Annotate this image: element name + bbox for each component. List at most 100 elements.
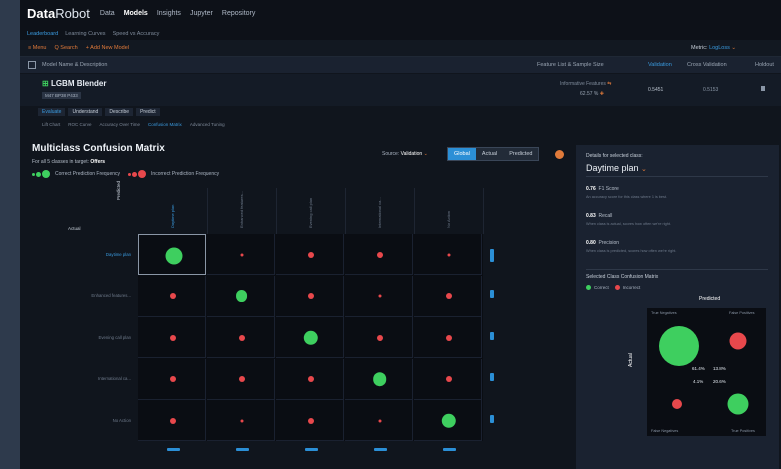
matrix-subtitle: For all 5 classes in target: Offers (32, 159, 106, 165)
incorrect-frequency-dot (307, 417, 314, 424)
selected-class-confusion-matrix: True Negatives False Positives False Neg… (647, 308, 766, 436)
matrix-cell[interactable] (414, 317, 482, 358)
column-divider (414, 188, 415, 234)
matrix-row-label[interactable]: Daytime plan (41, 252, 131, 257)
matrix-cell[interactable] (138, 400, 206, 441)
correct-frequency-dot (235, 290, 248, 303)
matrix-column-label[interactable]: Evening call plan (308, 198, 313, 228)
tab-understand[interactable]: Understand (68, 107, 103, 116)
incorrect-frequency-dot (447, 253, 450, 257)
nav-repository[interactable]: Repository (222, 10, 255, 17)
matrix-column-label[interactable]: Enhanced features... (239, 191, 244, 228)
mode-actual-button[interactable]: Actual (475, 148, 504, 160)
subnav-leaderboard[interactable]: Leaderboard (27, 31, 58, 37)
cm-tp-pct: 20.6% (713, 379, 726, 384)
matrix-title: Multiclass Confusion Matrix (32, 143, 165, 154)
column-divider (345, 188, 346, 234)
matrix-cell[interactable] (276, 400, 344, 441)
matrix-column-label[interactable]: No Action (446, 211, 451, 228)
divider (586, 269, 768, 270)
col-cross-validation[interactable]: Cross Validation (687, 62, 727, 68)
matrix-cell[interactable] (414, 234, 482, 275)
add-new-model-button[interactable]: + Add New Model (86, 45, 129, 51)
settings-gear-icon[interactable] (555, 150, 564, 159)
correct-frequency-dot (165, 247, 182, 265)
nav-data[interactable]: Data (100, 10, 115, 17)
incorrect-frequency-dot (169, 293, 176, 300)
tab-describe[interactable]: Describe (105, 107, 134, 116)
subnav-speed-vs-accuracy[interactable]: Speed vs Accuracy (113, 31, 160, 37)
matrix-cell[interactable] (138, 358, 206, 400)
tab-predict[interactable]: Predict (136, 107, 160, 116)
nav-models[interactable]: Models (124, 10, 148, 17)
matrix-row-label[interactable]: International ca... (41, 376, 131, 381)
matrix-column-label[interactable]: International ca... (377, 197, 382, 228)
cm-true-negatives-label: True Negatives (651, 311, 677, 315)
matrix-cell[interactable] (345, 317, 413, 358)
nav-insights[interactable]: Insights (157, 10, 181, 17)
select-all-checkbox[interactable] (28, 61, 36, 69)
matrix-cell[interactable] (207, 358, 275, 400)
tab-evaluate[interactable]: Evaluate (38, 107, 66, 116)
window-frame-left (0, 0, 20, 469)
matrix-cell[interactable] (138, 275, 206, 317)
mode-predicted-button[interactable]: Predicted (503, 148, 539, 160)
retrain-icon[interactable]: ✚ (600, 91, 604, 97)
mode-global-button[interactable]: Global (448, 148, 476, 160)
model-row[interactable]: ⊞ LGBM Blender M47 BP38 P433 Informative… (20, 74, 781, 106)
correct-frequency-dot (303, 330, 318, 345)
matrix-cell[interactable] (414, 400, 482, 441)
column-divider (483, 188, 484, 234)
subnav-learning-curves[interactable]: Learning Curves (65, 31, 105, 37)
incorrect-frequency-dot (445, 376, 452, 383)
selected-class-cm-title: Selected Class Confusion Matrix (586, 274, 659, 280)
matrix-cell[interactable] (138, 234, 206, 275)
menu-button[interactable]: ≡ Menu (28, 45, 47, 51)
subtab-lift-chart[interactable]: Lift Chart (42, 122, 60, 127)
matrix-cell[interactable] (414, 358, 482, 400)
incorrect-frequency-dot (169, 376, 176, 383)
subtab-accuracy-over-time[interactable]: Accuracy Over Time (100, 122, 141, 127)
nav-jupyter[interactable]: Jupyter (190, 10, 213, 17)
selected-class-dropdown[interactable]: Daytime plan ⌄ (586, 163, 647, 173)
matrix-cell[interactable] (207, 400, 275, 441)
matrix-cell[interactable] (345, 400, 413, 441)
matrix-cell[interactable] (207, 275, 275, 317)
metric-selector[interactable]: Metric: LogLoss ⌄ (691, 45, 736, 51)
col-validation[interactable]: Validation (648, 62, 672, 68)
matrix-cell[interactable] (276, 275, 344, 317)
matrix-column-label[interactable]: Daytime plan (170, 205, 175, 228)
matrix-cell[interactable] (345, 275, 413, 317)
matrix-cell[interactable] (207, 317, 275, 358)
model-cv-score: 0.5153 (703, 87, 719, 93)
incorrect-frequency-dot (307, 293, 314, 300)
subtab-roc-curve[interactable]: ROC Curve (68, 122, 91, 127)
matrix-row-label[interactable]: No Action (41, 418, 131, 423)
model-name[interactable]: ⊞ LGBM Blender (42, 79, 107, 88)
source-selector[interactable]: Source: Validation ⌄ (382, 151, 428, 157)
matrix-row-label[interactable]: Enhanced features... (41, 293, 131, 298)
matrix-cell[interactable] (138, 317, 206, 358)
matrix-cell[interactable] (345, 234, 413, 275)
model-id-badge: M47 BP38 P433 (42, 92, 81, 99)
matrix-row-label[interactable]: Evening call plan (41, 335, 132, 340)
matrix-cell[interactable] (276, 358, 344, 400)
matrix-cell[interactable] (276, 317, 344, 358)
matrix-cell[interactable] (207, 234, 275, 275)
search-button[interactable]: Q Search (55, 45, 78, 51)
incorrect-frequency-dot (445, 334, 452, 341)
subtab-advanced-tuning[interactable]: Advanced Tuning (190, 122, 225, 127)
matrix-cell[interactable] (345, 358, 413, 400)
legend-incorrect-label: Incorrect Prediction Frequency (151, 171, 220, 177)
column-divider (207, 188, 208, 234)
matrix-cell[interactable] (414, 275, 482, 317)
subtab-confusion-matrix[interactable]: Confusion Matrix (148, 122, 182, 127)
incorrect-frequency-dot (378, 294, 381, 298)
col-holdout[interactable]: Holdout (755, 62, 774, 68)
matrix-grid (138, 234, 483, 441)
datarobot-logo[interactable]: DataRobot (27, 6, 90, 21)
matrix-cell[interactable] (276, 234, 344, 275)
row-total-bar (490, 373, 494, 382)
correct-frequency-dot (372, 372, 387, 387)
col-featurelist[interactable]: Feature List & Sample Size (537, 62, 604, 68)
